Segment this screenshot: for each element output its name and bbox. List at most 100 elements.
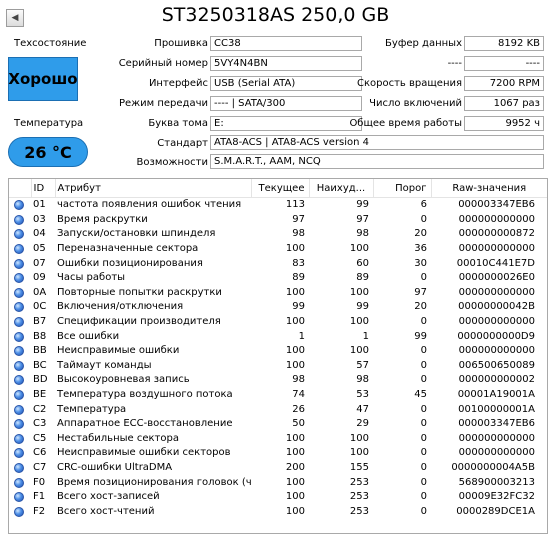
threshold-value: 0 (420, 447, 427, 459)
table-row[interactable]: 03 Время раскрутки 97 97 0 000000000000 (9, 213, 547, 228)
column-header-attribute[interactable]: Атрибут (55, 179, 252, 198)
attribute-id: 04 (33, 228, 46, 240)
table-row[interactable]: BB Неисправимые ошибки 100 100 0 000000000000 (9, 344, 547, 359)
attribute-id: 05 (33, 243, 46, 255)
serial-label: Серийный номер (118, 58, 208, 69)
current-value: 98 (292, 374, 305, 386)
column-header-current[interactable]: Текущее (251, 179, 310, 198)
status-dot-cell (9, 227, 31, 242)
status-dot-cell (9, 461, 31, 476)
standard-field: ATA8-ACS | ATA8-ACS version 4 (210, 135, 544, 150)
column-header-worst[interactable]: Наихуд... (309, 179, 374, 198)
table-row[interactable]: 05 Переназначенные сектора 100 100 36 0000000… (9, 242, 547, 257)
status-dot-cell (9, 475, 31, 490)
health-status-button[interactable]: Хорошо (8, 57, 78, 101)
status-dot-cell (9, 271, 31, 286)
current-value: 100 (285, 286, 305, 298)
status-ok-icon (14, 492, 24, 503)
threshold-value: 0 (420, 272, 427, 284)
column-header-threshold[interactable]: Порог (373, 179, 432, 198)
threshold-value: 30 (414, 257, 427, 269)
worst-value: 155 (349, 461, 369, 473)
table-row[interactable]: 07 Ошибки позиционирования 83 60 30 00010C441… (9, 256, 547, 271)
worst-value: 100 (349, 447, 369, 459)
worst-value: 89 (356, 272, 369, 284)
worst-value: 100 (349, 286, 369, 298)
table-row[interactable]: B7 Спецификации производителя 100 100 0 00000… (9, 315, 547, 330)
attribute-name: Запуски/остановки шпинделя (57, 228, 216, 240)
volume-label: Буква тома (148, 118, 208, 129)
current-value: 89 (292, 272, 305, 284)
status-ok-icon (14, 390, 24, 401)
status-ok-icon (14, 287, 24, 298)
table-row[interactable]: C6 Неисправимые ошибки секторов 100 100 0 000… (9, 446, 547, 461)
status-ok-icon (14, 229, 24, 240)
table-row[interactable]: C7 CRC-ошибки UltraDMA 200 155 0 0000000004A5… (9, 461, 547, 476)
status-ok-icon (14, 477, 24, 488)
raw-value: 006500650089 (458, 359, 535, 371)
worst-value: 53 (356, 389, 369, 401)
table-row[interactable]: F1 Всего хост-записей 100 253 0 00009E32FC32 (9, 490, 547, 505)
status-ok-icon (14, 200, 24, 211)
threshold-value: 0 (420, 213, 427, 225)
threshold-value: 0 (420, 491, 427, 503)
worst-value: 60 (356, 257, 369, 269)
attribute-name: CRC-ошибки UltraDMA (57, 461, 173, 473)
attribute-id: BC (33, 359, 47, 371)
status-ok-icon (14, 244, 24, 255)
worst-value: 100 (349, 316, 369, 328)
status-ok-icon (14, 214, 24, 225)
attribute-name: Нестабильные сектора (57, 432, 179, 444)
attribute-name: Включения/отключения (57, 301, 184, 313)
table-row[interactable]: C3 Аппаратное ECC-восстановление 50 29 0 0000… (9, 417, 547, 432)
health-label: Техсостояние (14, 38, 87, 49)
raw-value: 000000000000 (458, 286, 535, 298)
table-row[interactable]: 04 Запуски/остановки шпинделя 98 98 20 000000… (9, 227, 547, 242)
status-ok-icon (14, 302, 24, 313)
threshold-value: 20 (414, 301, 427, 313)
raw-value: 000000000000 (458, 447, 535, 459)
table-row[interactable]: F0 Время позиционирования головок (часы) 1… (9, 475, 547, 490)
attribute-name: Неисправимые ошибки (57, 345, 180, 357)
threshold-value: 0 (420, 476, 427, 488)
right-blank-field: ---- (464, 56, 544, 71)
threshold-value: 20 (414, 228, 427, 240)
current-value: 100 (285, 316, 305, 328)
attribute-id: BD (33, 374, 48, 386)
current-value: 100 (285, 345, 305, 357)
column-header-status[interactable] (9, 179, 32, 198)
table-row[interactable]: 01 частота появления ошибок чтения 113 99 6 0… (9, 198, 547, 213)
attribute-name: Спецификации производителя (57, 316, 221, 328)
attribute-name: Время позиционирования головок (часы) (57, 476, 251, 488)
threshold-value: 0 (420, 432, 427, 444)
worst-value: 100 (349, 432, 369, 444)
column-header-id[interactable]: ID (31, 179, 56, 198)
table-row[interactable]: BD Высокоуровневая запись 98 98 0 00000000000… (9, 373, 547, 388)
table-row[interactable]: 0A Повторные попытки раскрутки 100 100 97 000… (9, 286, 547, 301)
status-dot-cell (9, 504, 31, 519)
current-value: 100 (285, 447, 305, 459)
transfer-mode-label: Режим передачи (118, 98, 208, 109)
threshold-value: 99 (414, 330, 427, 342)
worst-value: 253 (349, 491, 369, 503)
attribute-id: C5 (33, 432, 47, 444)
worst-value: 99 (356, 301, 369, 313)
table-row[interactable]: F2 Всего хост-чтений 100 253 0 0000289DCE1A (9, 504, 547, 519)
table-row[interactable]: BC Таймаут команды 100 57 0 006500650089 (9, 359, 547, 374)
worst-value: 29 (356, 418, 369, 430)
worst-value: 253 (349, 476, 369, 488)
buffer-field: 8192 KB (464, 36, 544, 51)
attribute-id: 0C (33, 301, 47, 313)
table-row[interactable]: 0C Включения/отключения 99 99 20 00000000042B (9, 300, 547, 315)
column-header-raw[interactable]: Raw-значения (431, 179, 547, 198)
table-row[interactable]: BE Температура воздушного потока 74 53 45 000… (9, 388, 547, 403)
table-row[interactable]: C2 Температура 26 47 0 00100000001A (9, 402, 547, 417)
table-row[interactable]: B8 Все ошибки 1 1 99 0000000000D9 (9, 329, 547, 344)
attribute-id: BB (33, 345, 47, 357)
raw-value: 00010C441E7D (456, 257, 535, 269)
status-dot-cell (9, 388, 31, 403)
table-row[interactable]: 09 Часы работы 89 89 0 0000000026E0 (9, 271, 547, 286)
table-row[interactable]: C5 Нестабильные сектора 100 100 0 00000000000… (9, 432, 547, 447)
smart-attributes-table[interactable]: ID Атрибут Текущее Наихуд... Порог Raw-з… (8, 178, 548, 534)
status-ok-icon (14, 433, 24, 444)
